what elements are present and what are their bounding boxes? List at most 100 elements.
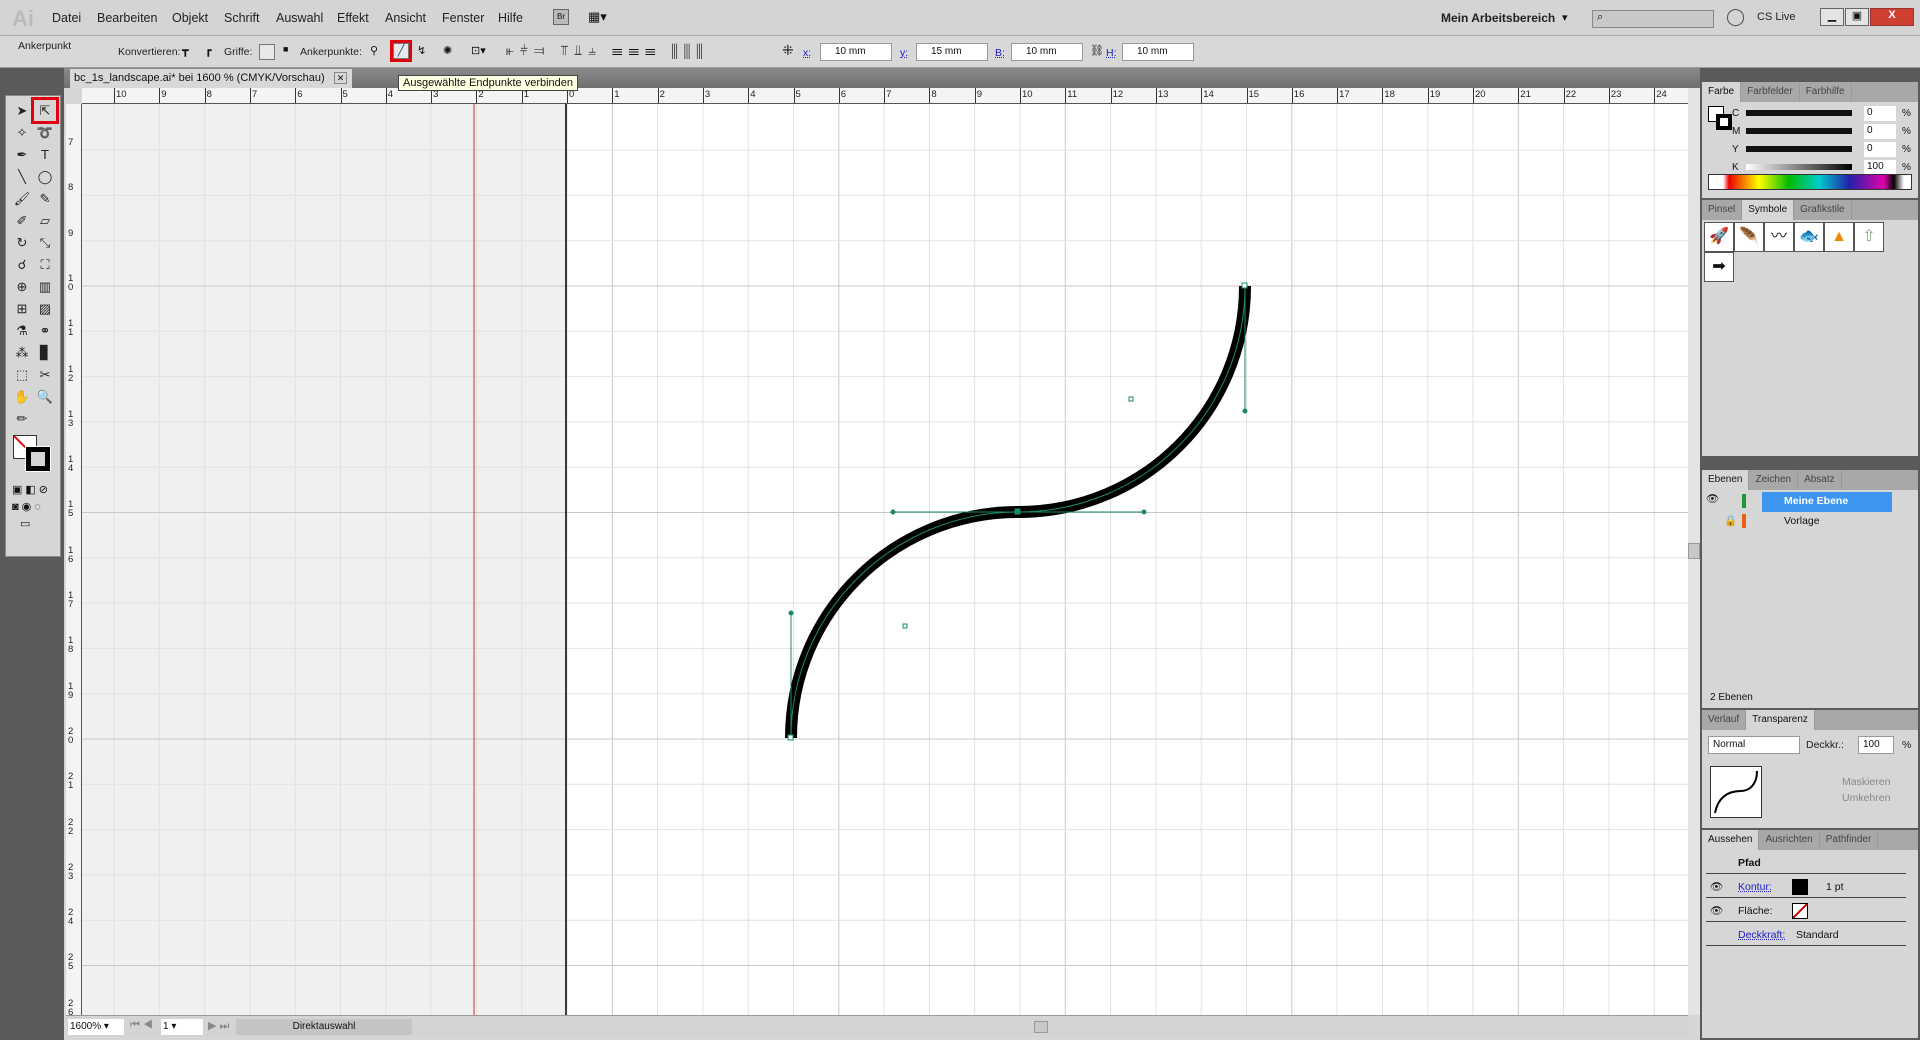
symbol-right-arrow-icon[interactable]: ➡	[1704, 252, 1734, 282]
layer-row[interactable]: 🔒 Vorlage	[1706, 512, 1902, 532]
menu-effekt[interactable]: Effekt	[337, 11, 369, 25]
cut-path-icon[interactable]: ↯	[417, 44, 426, 57]
menu-ansicht[interactable]: Ansicht	[385, 11, 426, 25]
align-buttons[interactable]: ⫦⫩⫤ ⫪⫫⫨ ☰☰☰ ⫼⫼⫼	[506, 42, 709, 59]
scale-tool-icon[interactable]: ⤡	[34, 232, 56, 253]
direct-selection-tool-icon[interactable]: ⇱	[34, 100, 56, 121]
symbol-sprayer-icon[interactable]: ⁂	[11, 342, 33, 363]
menu-datei[interactable]: Datei	[52, 11, 81, 25]
eraser-icon[interactable]: ▱	[34, 210, 56, 231]
tab-farbhilfe[interactable]: Farbhilfe	[1800, 82, 1852, 102]
layer-name[interactable]: Meine Ebene	[1762, 492, 1892, 512]
convert-corner-icon[interactable]: ┳	[182, 44, 189, 57]
color-spectrum[interactable]	[1708, 174, 1912, 190]
horizontal-scroll-thumb[interactable]	[1034, 1021, 1048, 1033]
symbol-banner-icon[interactable]: 〰	[1764, 222, 1794, 252]
reference-point-icon[interactable]: ⁜	[782, 42, 794, 59]
arrange-documents-icon[interactable]: ▦▾	[588, 9, 618, 25]
x-field[interactable]: 10 mm	[820, 43, 892, 61]
layer-name[interactable]: Vorlage	[1784, 515, 1820, 527]
magic-wand-icon[interactable]: ✧	[11, 122, 33, 143]
symbol-koi-icon[interactable]: 🐟	[1794, 222, 1824, 252]
color-slider-c[interactable]: C0%	[1732, 106, 1912, 122]
blend-mode-select[interactable]: Normal	[1708, 736, 1800, 754]
perspective-grid-icon[interactable]: ▥	[34, 276, 56, 297]
rotate-tool-icon[interactable]: ↻	[11, 232, 33, 253]
symbol-up-arrow-icon[interactable]: ⇧	[1854, 222, 1884, 252]
stroke-swatch[interactable]	[26, 447, 50, 471]
tab-aussehen[interactable]: Aussehen	[1702, 830, 1759, 850]
mesh-tool-icon[interactable]: ⊞	[11, 298, 33, 319]
document-tab[interactable]: bc_1s_landscape.ai* bei 1600 % (CMYK/Vor…	[70, 69, 352, 88]
maximize-button[interactable]: ▣	[1845, 8, 1869, 26]
tab-verlauf[interactable]: Verlauf	[1702, 710, 1746, 730]
measure-tool-icon[interactable]: ✏	[11, 408, 33, 429]
blend-tool-icon[interactable]: ⚭	[34, 320, 56, 341]
menu-hilfe[interactable]: Hilfe	[498, 11, 523, 25]
slice-tool-icon[interactable]: ✂	[34, 364, 56, 385]
slider-track[interactable]	[1746, 128, 1852, 134]
canvas[interactable]	[82, 104, 1688, 1015]
first-page-icon[interactable]: ⏮ ◀	[130, 1019, 153, 1032]
channel-value[interactable]: 0	[1864, 142, 1896, 157]
tab-symbole[interactable]: Symbole	[1742, 200, 1794, 220]
bridge-button[interactable]: Br	[553, 9, 569, 25]
graph-tool-icon[interactable]: ▊	[34, 342, 56, 363]
minimize-button[interactable]: ▁	[1820, 8, 1844, 26]
close-tab-icon[interactable]: ✕	[334, 72, 348, 84]
menu-auswahl[interactable]: Auswahl	[276, 11, 323, 25]
stroke-label[interactable]: Kontur:	[1738, 881, 1772, 893]
shape-builder-icon[interactable]: ⊕	[11, 276, 33, 297]
width-field[interactable]: 10 mm	[1011, 43, 1083, 61]
close-button[interactable]: X	[1870, 8, 1914, 26]
artboard-tool-icon[interactable]: ⬚	[11, 364, 33, 385]
screen-mode-icon[interactable]: ▭	[6, 515, 60, 532]
eye-icon[interactable]: 👁	[1710, 880, 1723, 893]
opacity-row[interactable]: Deckkraft:Standard	[1706, 924, 1906, 946]
blob-brush-icon[interactable]: ✐	[11, 210, 33, 231]
search-input[interactable]: ⌕	[1592, 10, 1714, 28]
cs-live-menu[interactable]: CS Live	[1757, 11, 1796, 23]
zoom-tool-icon[interactable]: 🔍	[34, 386, 56, 407]
status-tool[interactable]: Direktauswahl	[236, 1019, 412, 1035]
convert-smooth-icon[interactable]: ┏	[205, 44, 212, 57]
tab-absatz[interactable]: Absatz	[1798, 470, 1842, 490]
layer-row[interactable]: 👁 Meine Ebene	[1706, 492, 1902, 512]
eyedropper-icon[interactable]: ⚗	[11, 320, 33, 341]
color-slider-m[interactable]: M0%	[1732, 124, 1912, 140]
eye-icon[interactable]: 👁	[1706, 493, 1719, 505]
next-page-icon[interactable]: ▶ ⏭	[208, 1019, 229, 1033]
tab-ausrichten[interactable]: Ausrichten	[1759, 830, 1819, 850]
fill-stroke-indicator[interactable]	[1708, 106, 1734, 132]
color-mode-icons[interactable]: ▣◧⊘	[6, 481, 60, 498]
menu-objekt[interactable]: Objekt	[172, 11, 208, 25]
isolate-icon[interactable]: ✺	[443, 44, 452, 57]
tab-pathfinder[interactable]: Pathfinder	[1820, 830, 1879, 850]
tab-farbe[interactable]: Farbe	[1702, 82, 1741, 102]
invert-checkbox[interactable]: Umkehren	[1842, 792, 1890, 804]
show-handles-button[interactable]	[259, 44, 275, 60]
brush-tool-icon[interactable]: 🖌	[11, 188, 33, 209]
channel-value[interactable]: 0	[1864, 106, 1896, 121]
hide-handles-button[interactable]: ■	[283, 44, 288, 54]
menu-bearbeiten[interactable]: Bearbeiten	[97, 11, 157, 25]
symbol-rocket-icon[interactable]: 🚀	[1704, 222, 1734, 252]
page-select[interactable]: 1 ▾	[161, 1019, 203, 1035]
color-slider-y[interactable]: Y0%	[1732, 142, 1912, 158]
fill-stroke-widget[interactable]	[6, 433, 60, 481]
gradient-tool-icon[interactable]: ▨	[34, 298, 56, 319]
line-tool-icon[interactable]: ╲	[11, 166, 33, 187]
connect-endpoints-button[interactable]: ╱	[393, 43, 409, 59]
tab-pinsel[interactable]: Pinsel	[1702, 200, 1742, 220]
draw-mode-icons[interactable]: ◙◉◌	[6, 498, 60, 515]
stroke-color-swatch[interactable]	[1792, 879, 1808, 895]
stroke-row[interactable]: 👁Kontur:1 pt	[1706, 876, 1906, 898]
eye-icon[interactable]: 👁	[1710, 904, 1723, 917]
y-field[interactable]: 15 mm	[916, 43, 988, 61]
lock-icon[interactable]: 🔒	[1724, 514, 1737, 527]
tab-farbfelder[interactable]: Farbfelder	[1741, 82, 1800, 102]
symbol-feather-icon[interactable]: 🪶	[1734, 222, 1764, 252]
warp-tool-icon[interactable]: ☌	[11, 254, 33, 275]
height-field[interactable]: 10 mm	[1122, 43, 1194, 61]
channel-value[interactable]: 0	[1864, 124, 1896, 139]
